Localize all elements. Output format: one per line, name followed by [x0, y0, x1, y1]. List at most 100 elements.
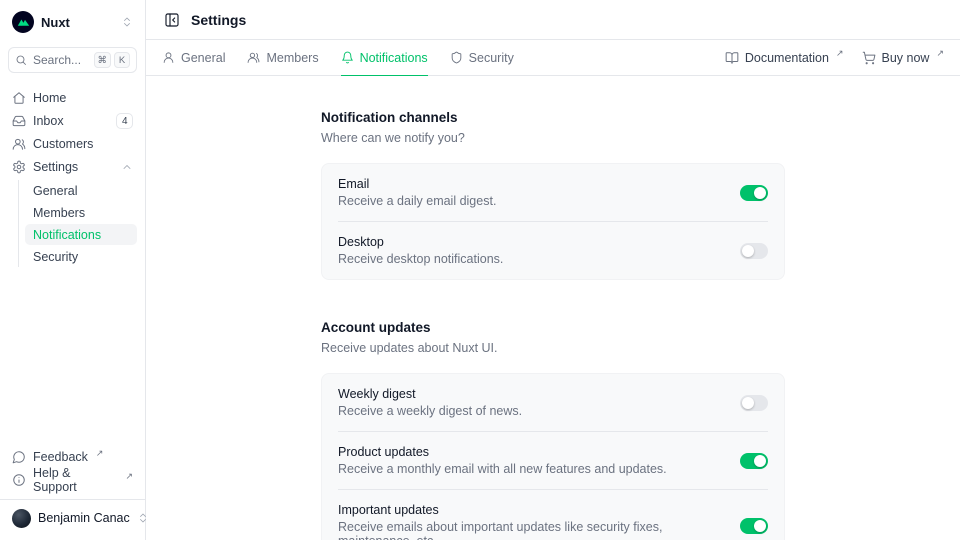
- tab-security[interactable]: Security: [450, 40, 514, 75]
- settings-sub-list: General Members Notifications Security: [18, 180, 137, 267]
- workspace-switcher[interactable]: Nuxt: [8, 8, 137, 36]
- sidebar-footer-nav: Feedback ↗ Help & Support ↗: [8, 446, 137, 491]
- field-texts: Desktop Receive desktop notifications.: [338, 235, 724, 266]
- toggle-knob: [754, 520, 766, 532]
- toggle-knob: [742, 245, 754, 257]
- field-description: Receive a monthly email with all new fea…: [338, 462, 724, 476]
- message-bubble-icon: [12, 450, 26, 464]
- external-link-icon: ↗: [96, 448, 104, 459]
- section-description: Receive updates about Nuxt UI.: [321, 341, 785, 355]
- external-link-icon: ↗: [936, 48, 944, 59]
- sidebar-subitem-label: General: [33, 184, 77, 198]
- field-label: Product updates: [338, 445, 724, 459]
- section-title: Notification channels: [321, 110, 785, 125]
- field-texts: Weekly digest Receive a weekly digest of…: [338, 387, 724, 418]
- avatar: [12, 509, 31, 528]
- sidebar-item-settings[interactable]: Settings: [8, 156, 137, 178]
- sidebar-subitem-general[interactable]: General: [25, 180, 137, 201]
- search-input[interactable]: [33, 53, 88, 67]
- sidebar-subitem-label: Security: [33, 250, 78, 264]
- buy-now-link[interactable]: Buy now ↗: [862, 51, 945, 65]
- toggle-knob: [754, 187, 766, 199]
- user-icon: [162, 51, 175, 64]
- field-texts: Important updates Receive emails about i…: [338, 503, 724, 540]
- sidebar-divider: [0, 499, 145, 500]
- toggle-knob: [754, 455, 766, 467]
- footer-link-label: Feedback: [33, 450, 88, 464]
- kbd-k: K: [114, 52, 130, 68]
- field-description: Receive a daily email digest.: [338, 194, 724, 208]
- tab-general[interactable]: General: [162, 40, 225, 75]
- nuxt-logo-icon: [12, 11, 34, 33]
- search-box[interactable]: ⌘ K: [8, 47, 137, 73]
- sidebar-spacer: [8, 267, 137, 446]
- product-updates-toggle[interactable]: [740, 453, 768, 469]
- sidebar-item-label: Inbox: [33, 114, 109, 128]
- collapse-sidebar-icon[interactable]: [162, 10, 182, 30]
- inbox-icon: [12, 114, 26, 128]
- chevron-up-icon: [121, 161, 133, 173]
- field-label: Email: [338, 177, 724, 191]
- sidebar-subitem-notifications[interactable]: Notifications: [25, 224, 137, 245]
- sidebar-subitem-label: Notifications: [33, 228, 101, 242]
- tab-label: Members: [266, 51, 318, 65]
- header-link-label: Buy now: [882, 51, 930, 65]
- email-toggle[interactable]: [740, 185, 768, 201]
- field-description: Receive a weekly digest of news.: [338, 404, 724, 418]
- field-row-desktop: Desktop Receive desktop notifications.: [322, 222, 784, 279]
- section-description: Where can we notify you?: [321, 131, 785, 145]
- tab-notifications[interactable]: Notifications: [341, 40, 428, 75]
- sidebar-subitem-members[interactable]: Members: [25, 202, 137, 223]
- documentation-link[interactable]: Documentation ↗: [725, 51, 844, 65]
- settings-card: Weekly digest Receive a weekly digest of…: [321, 373, 785, 540]
- user-menu[interactable]: Benjamin Canac: [8, 504, 137, 532]
- sidebar-item-inbox[interactable]: Inbox 4: [8, 110, 137, 132]
- tab-label: Notifications: [360, 51, 428, 65]
- weekly-digest-toggle[interactable]: [740, 395, 768, 411]
- page-title: Settings: [191, 12, 246, 28]
- help-support-link[interactable]: Help & Support ↗: [8, 469, 137, 491]
- page-header: Settings: [146, 0, 960, 40]
- section-notification-channels: Notification channels Where can we notif…: [321, 110, 785, 280]
- main-area: Settings General Members Notifications: [146, 0, 960, 540]
- sidebar-subitem-label: Members: [33, 206, 85, 220]
- sidebar-item-customers[interactable]: Customers: [8, 133, 137, 155]
- field-label: Weekly digest: [338, 387, 724, 401]
- field-label: Important updates: [338, 503, 724, 517]
- tab-members[interactable]: Members: [247, 40, 318, 75]
- settings-card: Email Receive a daily email digest. Desk…: [321, 163, 785, 280]
- header-link-label: Documentation: [745, 51, 829, 65]
- section-title: Account updates: [321, 320, 785, 335]
- field-description: Receive desktop notifications.: [338, 252, 724, 266]
- sidebar-subitem-security[interactable]: Security: [25, 246, 137, 267]
- shield-icon: [450, 51, 463, 64]
- feedback-link[interactable]: Feedback ↗: [8, 446, 137, 468]
- user-name: Benjamin Canac: [38, 511, 130, 525]
- sidebar: Nuxt ⌘ K Home: [0, 0, 146, 540]
- info-circle-icon: [12, 473, 26, 487]
- header-links: Documentation ↗ Buy now ↗: [725, 40, 944, 75]
- field-row-product-updates: Product updates Receive a monthly email …: [322, 432, 784, 489]
- book-open-icon: [725, 51, 739, 65]
- home-icon: [12, 91, 26, 105]
- bell-icon: [341, 51, 354, 64]
- footer-link-label: Help & Support: [33, 466, 117, 494]
- app-window: Nuxt ⌘ K Home: [0, 0, 960, 540]
- external-link-icon: ↗: [836, 48, 844, 59]
- desktop-toggle[interactable]: [740, 243, 768, 259]
- field-description: Receive emails about important updates l…: [338, 520, 724, 540]
- tab-label: General: [181, 51, 225, 65]
- users-icon: [247, 51, 260, 64]
- field-row-important-updates: Important updates Receive emails about i…: [322, 490, 784, 540]
- gear-icon: [12, 160, 26, 174]
- settings-tabbar: General Members Notifications Security: [146, 40, 960, 76]
- sidebar-item-home[interactable]: Home: [8, 87, 137, 109]
- sidebar-item-label: Home: [33, 91, 133, 105]
- field-texts: Email Receive a daily email digest.: [338, 177, 724, 208]
- shopping-cart-icon: [862, 51, 876, 65]
- tab-label: Security: [469, 51, 514, 65]
- sidebar-item-label: Customers: [33, 137, 133, 151]
- chevrons-up-down-icon: [121, 16, 133, 28]
- field-row-email: Email Receive a daily email digest.: [322, 164, 784, 221]
- important-updates-toggle[interactable]: [740, 518, 768, 534]
